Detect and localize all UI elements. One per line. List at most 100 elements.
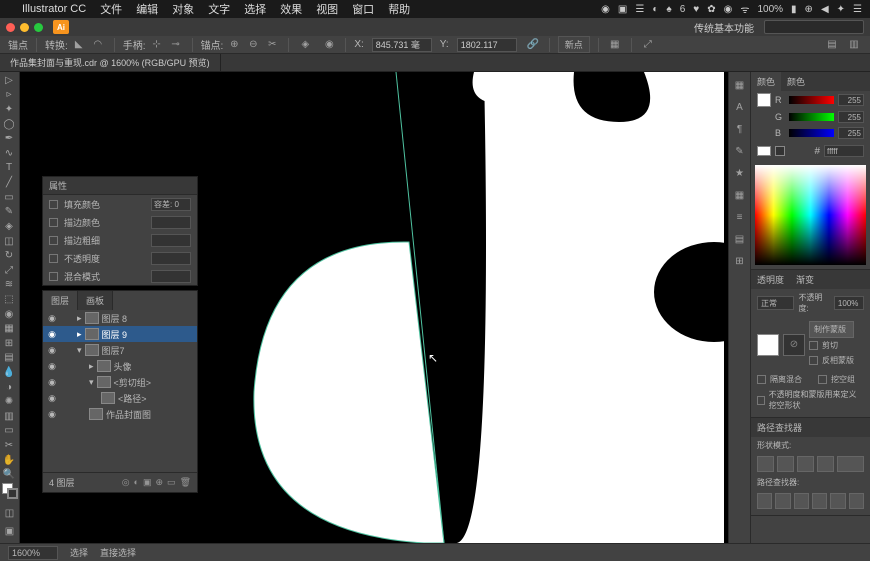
hex-input[interactable]: fffff [824,145,864,157]
gradient-panel-icon[interactable]: ▤ [731,230,749,248]
stroke-panel-icon[interactable]: ≡ [731,208,749,226]
remove-anchor-icon[interactable]: ⊖ [245,38,261,52]
b-slider[interactable] [789,129,834,137]
menu-view[interactable]: 视图 [316,1,338,17]
artboards-tab[interactable]: 画板 [78,291,113,310]
layer-name[interactable]: <剪切组> [114,376,152,389]
trim-button[interactable] [775,493,790,509]
outline-button[interactable] [830,493,845,509]
stroke-field[interactable] [151,216,191,229]
unite-button[interactable] [757,456,774,472]
fill-swatch-small[interactable] [757,93,771,107]
visibility-icon[interactable]: ◉ [46,377,58,388]
opacity-field[interactable] [151,252,191,265]
direct-selection-tool[interactable]: ▹ [0,89,18,102]
menu-type[interactable]: 文字 [208,1,230,17]
properties-panel-icon[interactable]: ▦ [731,76,749,94]
none-swatch[interactable] [775,146,785,156]
expand-icon[interactable]: ▾ [77,345,82,356]
menu-help[interactable]: 帮助 [388,1,410,17]
stroke-weight-checkbox[interactable] [49,236,58,245]
stroke-weight-field[interactable] [151,234,191,247]
app-name[interactable]: Illustrator CC [22,3,86,15]
brush-panel-icon[interactable]: ✎ [731,142,749,160]
free-transform-tool[interactable]: ⬚ [0,293,18,306]
divide-button[interactable] [757,493,772,509]
eraser-tool[interactable]: ◫ [0,235,18,248]
cut-anchor-icon[interactable]: ✂ [264,38,280,52]
pen-tool[interactable]: ✒ [0,132,18,145]
layer-row[interactable]: ◉ ▸ 图层 9 [43,326,197,342]
zoom-tool[interactable]: 🔍 [0,468,18,481]
perspective-tool[interactable]: ▦ [0,322,18,335]
layer-row[interactable]: ◉ 作品封面图 [43,406,197,422]
lasso-tool[interactable]: ◯ [0,118,18,131]
merge-button[interactable] [794,493,809,509]
tolerance-field[interactable]: 容差: 0 [151,198,191,211]
isolate-icon[interactable]: ◈ [297,38,313,52]
workspace-label[interactable]: 传统基本功能 [694,20,754,35]
hand-tool[interactable]: ✋ [0,454,18,467]
close-button[interactable] [6,23,15,32]
visibility-icon[interactable]: ◉ [46,313,58,324]
make-mask-button[interactable]: 制作蒙版 [809,321,854,338]
menu-effect[interactable]: 效果 [280,1,302,17]
layer-row[interactable]: ◉ ▸ 图层 8 [43,310,197,326]
shaper-tool[interactable]: ◈ [0,220,18,233]
minus-front-button[interactable] [777,456,794,472]
mask-preview-thumb[interactable] [757,334,779,356]
minimize-button[interactable] [20,23,29,32]
maximize-button[interactable] [34,23,43,32]
width-tool[interactable]: ≋ [0,279,18,292]
align-icon[interactable]: ▦ [607,38,623,52]
exclude-button[interactable] [817,456,834,472]
crop-button[interactable] [812,493,827,509]
r-value[interactable]: 255 [838,94,864,106]
layer-name[interactable]: 图层 9 [102,328,128,341]
expand-icon[interactable]: ▾ [89,377,94,388]
visibility-icon[interactable]: ◉ [46,329,58,340]
fill-stroke-swatch[interactable] [2,483,18,499]
rectangle-tool[interactable]: ▭ [0,191,18,204]
clip-checkbox[interactable] [809,341,818,350]
fill-checkbox[interactable] [49,200,58,209]
convert-smooth-icon[interactable]: ◠ [90,38,106,52]
appearance-panel[interactable]: 属性 填充颜色 容差: 0 描边颜色 描边粗细 不透明度 [42,176,198,286]
isolate-checkbox[interactable] [757,375,766,384]
arrange-icon[interactable]: ▤ [824,38,840,52]
layers-panel[interactable]: 图层 画板 ◉ ▸ 图层 8 ◉ ▸ 图层 9 [42,290,198,493]
menu-select[interactable]: 选择 [244,1,266,17]
isolate-icon[interactable]: ◉ [321,38,337,52]
layer-name[interactable]: 作品封面图 [106,408,151,421]
rotate-tool[interactable]: ↻ [0,249,18,262]
x-coord-input[interactable]: 845.731 毫 [372,38,432,52]
transparency-tab[interactable]: 透明度 [751,270,790,289]
color-guide-tab[interactable]: 颜色 [781,72,811,91]
r-slider[interactable] [789,96,834,104]
eyedropper-tool[interactable]: 💧 [0,366,18,379]
locate-icon[interactable]: ◎ [122,477,130,488]
graph-tool[interactable]: ▥ [0,410,18,423]
magic-wand-tool[interactable]: ✦ [0,103,18,116]
layer-row[interactable]: ◉ ▸ 头像 [43,358,197,374]
artboard-tool[interactable]: ▭ [0,425,18,438]
trash-icon[interactable]: 🗑 [180,477,191,488]
mask-thumb[interactable]: ⊘ [783,334,805,356]
blend-tool[interactable]: ◑ [0,381,18,394]
draw-mode-icon[interactable]: ◫ [1,505,19,521]
wifi-icon[interactable]: ᯤ [740,2,749,16]
g-value[interactable]: 255 [838,111,864,123]
handle-icon[interactable]: ⊸ [168,38,184,52]
line-tool[interactable]: ╱ [0,176,18,189]
scale-tool[interactable]: ⤢ [0,264,18,277]
shape-builder-tool[interactable]: ◉ [0,308,18,321]
layers-tab[interactable]: 图层 [43,291,78,310]
gradient-tab[interactable]: 渐变 [790,270,820,289]
paintbrush-tool[interactable]: ✎ [0,205,18,218]
go-button[interactable]: 新点 [558,36,590,53]
b-value[interactable]: 255 [838,127,864,139]
menu-window[interactable]: 窗口 [352,1,374,17]
arrange-icon[interactable]: ▥ [846,38,862,52]
search-input[interactable] [764,20,864,34]
transform-icon[interactable]: ⤢ [640,38,656,52]
